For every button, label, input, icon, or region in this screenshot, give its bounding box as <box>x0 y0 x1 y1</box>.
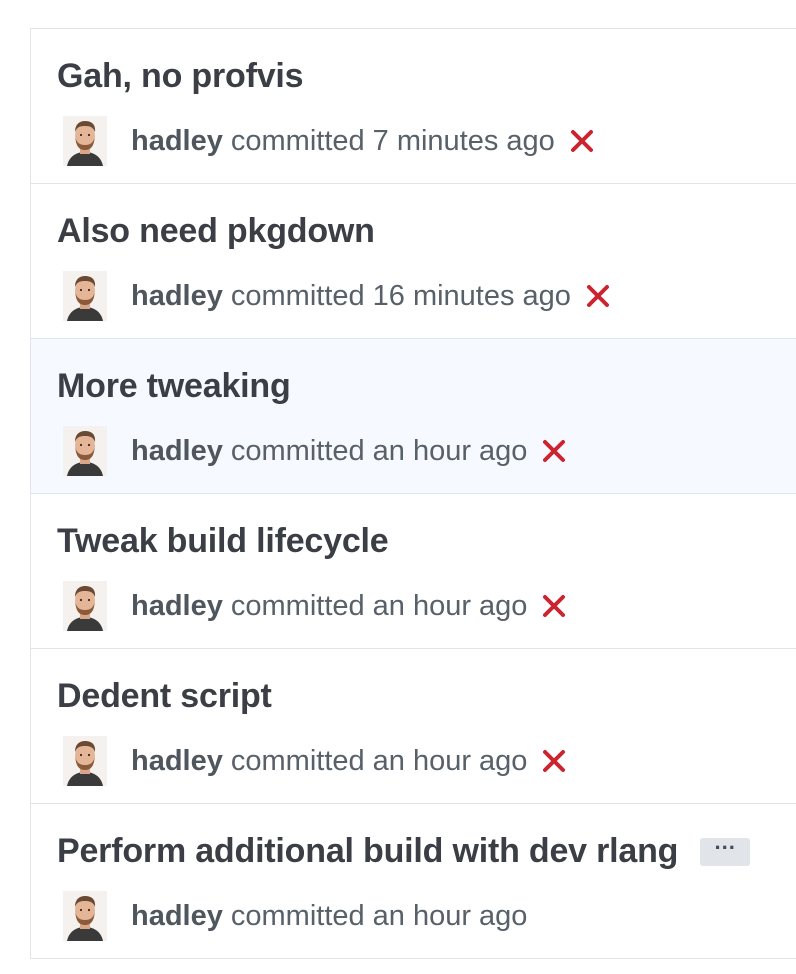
committed-label: committed <box>230 124 365 157</box>
author-link[interactable]: hadley <box>131 280 223 313</box>
commit-time[interactable]: an hour ago <box>373 900 528 933</box>
commit-title: More tweaking <box>57 367 291 406</box>
avatar[interactable] <box>63 581 107 631</box>
commit-meta: hadley committed 16 minutes ago <box>63 270 611 322</box>
commit-title-link[interactable]: Dedent script <box>57 677 272 716</box>
committed-label: committed <box>230 899 365 932</box>
commit-time[interactable]: 7 minutes ago <box>373 125 555 158</box>
commit-row[interactable]: Tweak build lifecycle hadley committed a… <box>31 494 796 649</box>
avatar[interactable] <box>63 271 107 321</box>
commit-title-link[interactable]: Perform additional build with dev rlang <box>57 832 678 871</box>
commit-meta: hadley committed an hour ago <box>63 425 567 477</box>
commit-row[interactable]: Gah, no profvis hadley committed 7 minut… <box>31 29 796 184</box>
commit-row[interactable]: Perform additional build with dev rlang ·… <box>31 804 796 959</box>
commit-title: Dedent script <box>57 677 272 716</box>
x-icon[interactable] <box>585 283 611 309</box>
author-link[interactable]: hadley <box>131 590 223 623</box>
avatar[interactable] <box>63 736 107 786</box>
commit-meta: hadley committed an hour ago <box>63 735 567 787</box>
expand-message-button[interactable]: ··· <box>700 836 751 866</box>
author-link[interactable]: hadley <box>131 900 223 933</box>
avatar[interactable] <box>63 426 107 476</box>
commit-time[interactable]: an hour ago <box>373 590 528 623</box>
avatar[interactable] <box>63 891 107 941</box>
commit-time[interactable]: an hour ago <box>373 435 528 468</box>
commit-meta: hadley committed an hour ago <box>63 580 567 632</box>
commit-time[interactable]: 16 minutes ago <box>373 280 571 313</box>
commit-meta: hadley committed an hour ago <box>63 890 527 942</box>
committed-label: committed <box>230 744 365 777</box>
commit-meta: hadley committed 7 minutes ago <box>63 115 595 167</box>
avatar[interactable] <box>63 116 107 166</box>
committed-label: committed <box>230 279 365 312</box>
x-icon[interactable] <box>569 128 595 154</box>
commit-row[interactable]: More tweaking hadley committed an hour a… <box>31 339 796 494</box>
commit-row[interactable]: Dedent script hadley committed an hour a… <box>31 649 796 804</box>
commit-title: Tweak build lifecycle <box>57 522 389 561</box>
commit-title-link[interactable]: Also need pkgdown <box>57 212 375 251</box>
commit-title-link[interactable]: Gah, no profvis <box>57 57 304 96</box>
author-link[interactable]: hadley <box>131 435 223 468</box>
committed-label: committed <box>230 434 365 467</box>
commit-title-link[interactable]: Tweak build lifecycle <box>57 522 389 561</box>
commit-title: Gah, no profvis <box>57 57 304 96</box>
commit-row[interactable]: Also need pkgdown hadley committed 16 mi… <box>31 184 796 339</box>
x-icon[interactable] <box>541 438 567 464</box>
author-link[interactable]: hadley <box>131 745 223 778</box>
x-icon[interactable] <box>541 593 567 619</box>
commit-time[interactable]: an hour ago <box>373 745 528 778</box>
author-link[interactable]: hadley <box>131 125 223 158</box>
commit-title-link[interactable]: More tweaking <box>57 367 291 406</box>
commit-title: Also need pkgdown <box>57 212 375 251</box>
x-icon[interactable] <box>541 748 567 774</box>
commit-list: Gah, no profvis hadley committed 7 minut… <box>30 28 796 959</box>
commit-title: Perform additional build with dev rlang ·… <box>57 832 751 871</box>
committed-label: committed <box>230 589 365 622</box>
